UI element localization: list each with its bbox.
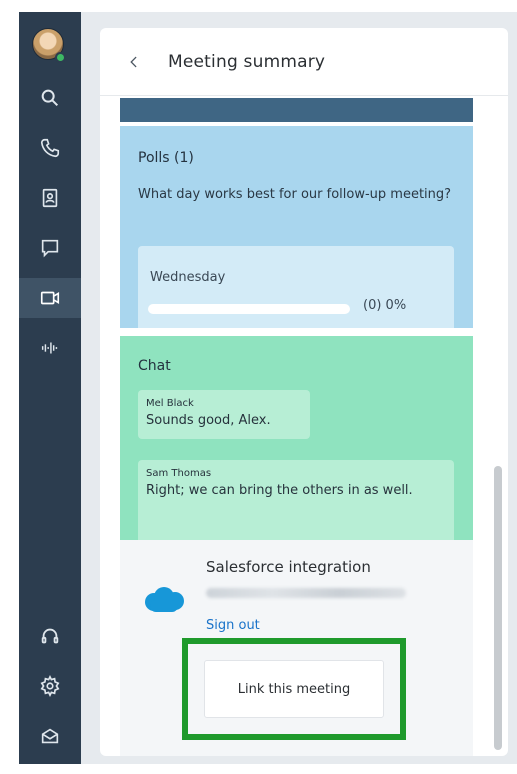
sidebar [19, 12, 81, 764]
presence-status-icon [55, 52, 66, 63]
summary-content: Polls (1) What day works best for our fo… [100, 96, 508, 756]
app-window: Meeting summary Polls (1) What day works… [0, 0, 517, 774]
phone-icon [40, 138, 60, 158]
chat-section: Chat Mel Black Sounds good, Alex. Sam Th… [120, 336, 473, 550]
nav-support[interactable] [19, 616, 81, 656]
nav-messages[interactable] [19, 228, 81, 268]
chevron-left-icon [130, 56, 137, 67]
highlight-box: Link this meeting [182, 638, 406, 740]
voicemail-icon [41, 342, 58, 354]
page-title: Meeting summary [168, 51, 326, 72]
chat-sender: Sam Thomas [146, 468, 212, 479]
nav-calls[interactable] [19, 128, 81, 168]
nav-contacts[interactable] [19, 178, 81, 218]
poll-option-count: (0) 0% [363, 298, 407, 313]
chat-text: Sounds good, Alex. [146, 413, 271, 428]
sign-out-link[interactable]: Sign out [206, 618, 260, 633]
poll-question: What day works best for our follow-up me… [138, 187, 452, 202]
nav-settings[interactable] [19, 666, 81, 706]
salesforce-section: Salesforce integration Sign out Link thi… [120, 540, 473, 756]
back-button[interactable] [124, 52, 144, 72]
poll-option: Wednesday (0) 0% [138, 246, 454, 328]
headset-icon [41, 628, 59, 644]
poll-option-bar [148, 304, 350, 314]
chat-message: Sam Thomas Right; we can bring the other… [138, 460, 454, 550]
gear-icon [40, 675, 60, 697]
nav-meetings[interactable] [19, 278, 81, 318]
poll-option-label: Wednesday [150, 270, 226, 285]
nav-search[interactable] [19, 78, 81, 118]
chat-text: Right; we can bring the others in as wel… [146, 483, 413, 498]
video-icon [40, 291, 60, 305]
chat-message: Mel Black Sounds good, Alex. [138, 390, 310, 439]
apps-icon [41, 728, 59, 744]
chat-icon [41, 239, 59, 258]
salesforce-title: Salesforce integration [206, 558, 371, 576]
scrollbar[interactable] [494, 466, 502, 750]
chat-title: Chat [138, 358, 171, 374]
section-header-bar [120, 98, 473, 122]
polls-title: Polls (1) [138, 150, 194, 166]
polls-section: Polls (1) What day works best for our fo… [120, 126, 473, 328]
salesforce-cloud-icon [145, 587, 184, 612]
contacts-icon [42, 188, 58, 208]
salesforce-account-email-redacted [206, 588, 406, 598]
nav-voicemail[interactable] [19, 328, 81, 368]
nav-apps[interactable] [19, 716, 81, 756]
link-meeting-button[interactable]: Link this meeting [204, 660, 384, 718]
meeting-summary-panel: Meeting summary Polls (1) What day works… [100, 28, 508, 756]
chat-sender: Mel Black [146, 398, 194, 409]
panel-header: Meeting summary [100, 28, 508, 96]
search-icon [41, 89, 59, 107]
